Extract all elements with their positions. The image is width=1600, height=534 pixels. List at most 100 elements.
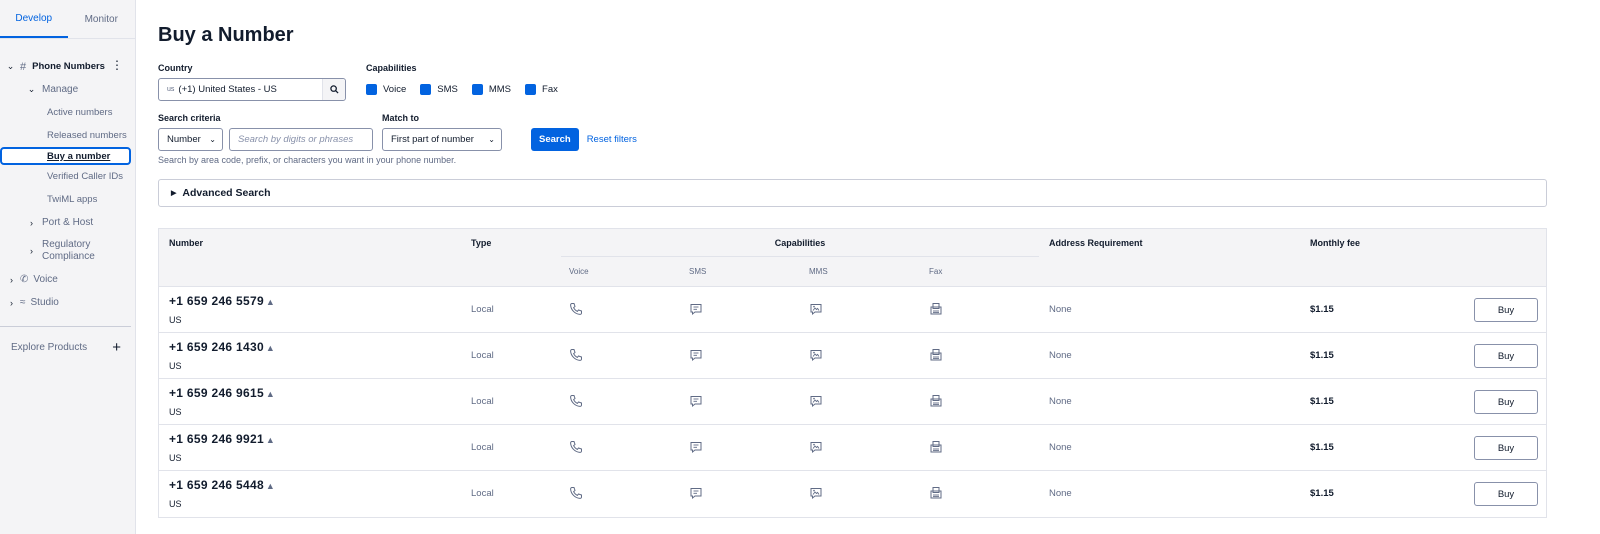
table-row: +1 659 246 9615 ▲ US Local None $1.15 Buy [159, 379, 1546, 425]
phone-icon [570, 303, 582, 315]
monthly-fee: $1.15 [1310, 442, 1334, 453]
checkbox-checked-icon [366, 84, 377, 95]
fax-icon [930, 303, 942, 315]
studio-icon: ≈ [20, 297, 26, 308]
number-type: Local [471, 442, 494, 453]
address-requirement: None [1049, 488, 1072, 499]
sidebar-item-label: Studio [30, 297, 59, 308]
search-icon[interactable] [322, 79, 345, 100]
sidebar-item-label: Active numbers [47, 107, 113, 118]
sidebar-item-buy-a-number[interactable]: Buy a number [0, 147, 131, 165]
number-type: Local [471, 396, 494, 407]
header-fee: Monthly fee [1310, 238, 1361, 248]
country-select[interactable]: us (+1) United States - US [158, 78, 346, 101]
triangle-up-icon: ▲ [265, 297, 276, 307]
sidebar-nav: ⌄ # Phone Numbers ⋮ ⌄ Manage Active numb… [0, 39, 135, 359]
sidebar-item-twiml-apps[interactable]: TwiML apps [0, 188, 135, 211]
country-value: (+1) United States - US [178, 84, 277, 95]
checkbox-checked-icon [471, 84, 483, 95]
explore-products[interactable]: Explore Products + [0, 335, 135, 359]
monthly-fee: $1.15 [1310, 488, 1334, 499]
mms-icon [810, 488, 822, 500]
header-address: Address Requirement [1049, 238, 1143, 248]
sidebar-item-verified-caller-ids[interactable]: Verified Caller IDs [0, 165, 135, 188]
sidebar-item-label: Verified Caller IDs [47, 171, 124, 182]
fax-icon [930, 349, 942, 361]
search-button[interactable]: Search [531, 128, 579, 151]
more-options-icon[interactable]: ⋮ [111, 59, 123, 71]
address-requirement: None [1049, 442, 1072, 453]
sidebar-group-label: Phone Numbers [32, 61, 105, 72]
buy-button[interactable]: Buy [1474, 390, 1538, 414]
chevron-right-icon: › [30, 217, 33, 228]
checkbox-fax[interactable]: Fax [525, 84, 558, 95]
address-requirement: None [1049, 350, 1072, 361]
triangle-up-icon: ▲ [265, 435, 276, 445]
match-value: First part of number [391, 134, 474, 145]
filters-search-row: Search criteria Number ⌄ Search by digit… [158, 113, 1578, 151]
phone-number: +1 659 246 9615 ▲ [169, 386, 276, 400]
number-country: US [169, 407, 182, 417]
sidebar-item-voice[interactable]: › ✆ Voice [0, 268, 135, 291]
mms-icon [810, 396, 822, 408]
checkbox-mms[interactable]: MMS [471, 84, 511, 95]
sidebar-item-label: Voice [33, 274, 58, 285]
fax-icon [930, 487, 942, 499]
sidebar-item-label: Buy a number [47, 150, 111, 162]
checkbox-sms[interactable]: SMS [420, 84, 458, 95]
mms-icon [810, 442, 822, 454]
checkbox-label: SMS [437, 84, 458, 95]
sidebar-item-regulatory-compliance[interactable]: › Regulatory Compliance [0, 234, 135, 268]
table-row: +1 659 246 5579 ▲ US Local None $1.15 Buy [159, 287, 1546, 333]
address-requirement: None [1049, 396, 1072, 407]
match-select[interactable]: First part of number ⌄ [382, 128, 502, 151]
sidebar-item-port-host[interactable]: › Port & Host [0, 211, 135, 234]
number-country: US [169, 499, 182, 509]
country-flag: us [167, 86, 175, 93]
sidebar-item-released-numbers[interactable]: Released numbers [0, 124, 135, 147]
triangle-up-icon: ▲ [265, 389, 276, 399]
number-country: US [169, 315, 182, 325]
mms-icon [810, 304, 822, 316]
sidebar-item-label: Regulatory Compliance [42, 239, 95, 262]
buy-button[interactable]: Buy [1474, 436, 1538, 460]
match-field: Match to First part of number ⌄ [382, 113, 502, 151]
sidebar: Develop Monitor ⌄ # Phone Numbers ⋮ ⌄ Ma… [0, 0, 136, 534]
explore-products-label: Explore Products [11, 341, 88, 353]
capabilities-label: Capabilities [366, 63, 417, 73]
chevron-right-icon: › [10, 274, 13, 285]
reset-filters-link[interactable]: Reset filters [587, 128, 637, 151]
capabilities-field: Capabilities Voice SMS MMS Fax [366, 63, 572, 101]
buy-button[interactable]: Buy [1474, 482, 1538, 506]
match-label: Match to [382, 113, 419, 123]
number-country: US [169, 453, 182, 463]
phone-number: +1 659 246 1430 ▲ [169, 340, 276, 354]
sms-icon [690, 488, 702, 500]
plus-icon[interactable]: + [112, 339, 121, 356]
sidebar-item-manage[interactable]: ⌄ Manage [0, 78, 135, 101]
tab-develop[interactable]: Develop [0, 0, 68, 38]
chevron-down-icon: ⌄ [27, 84, 36, 94]
header-capabilities: Capabilities [561, 229, 1039, 257]
tab-monitor[interactable]: Monitor [68, 0, 136, 38]
criteria-select[interactable]: Number ⌄ [158, 128, 223, 151]
chevron-right-icon: › [10, 297, 13, 308]
buy-button[interactable]: Buy [1474, 344, 1538, 368]
phone-icon [570, 441, 582, 453]
sidebar-item-label: TwiML apps [47, 194, 98, 205]
sidebar-tabs: Develop Monitor [0, 0, 135, 39]
checkbox-checked-icon [525, 84, 537, 95]
sidebar-group-phone-numbers[interactable]: ⌄ # Phone Numbers ⋮ [0, 55, 135, 78]
numbers-table: Number Type Capabilities Address Require… [158, 228, 1547, 518]
checkbox-voice[interactable]: Voice [366, 84, 406, 95]
phone-icon [570, 487, 582, 499]
sidebar-item-studio[interactable]: › ≈ Studio [0, 291, 135, 314]
advanced-search-toggle[interactable]: ▶ Advanced Search [158, 179, 1547, 207]
search-input[interactable]: Search by digits or phrases [229, 128, 373, 151]
phone-number: +1 659 246 5448 ▲ [169, 478, 276, 492]
buy-button[interactable]: Buy [1474, 298, 1538, 322]
sidebar-item-active-numbers[interactable]: Active numbers [0, 101, 135, 124]
sms-icon [690, 442, 702, 454]
table-row: +1 659 246 1430 ▲ US Local None $1.15 Buy [159, 333, 1546, 379]
checkbox-checked-icon [420, 84, 432, 95]
